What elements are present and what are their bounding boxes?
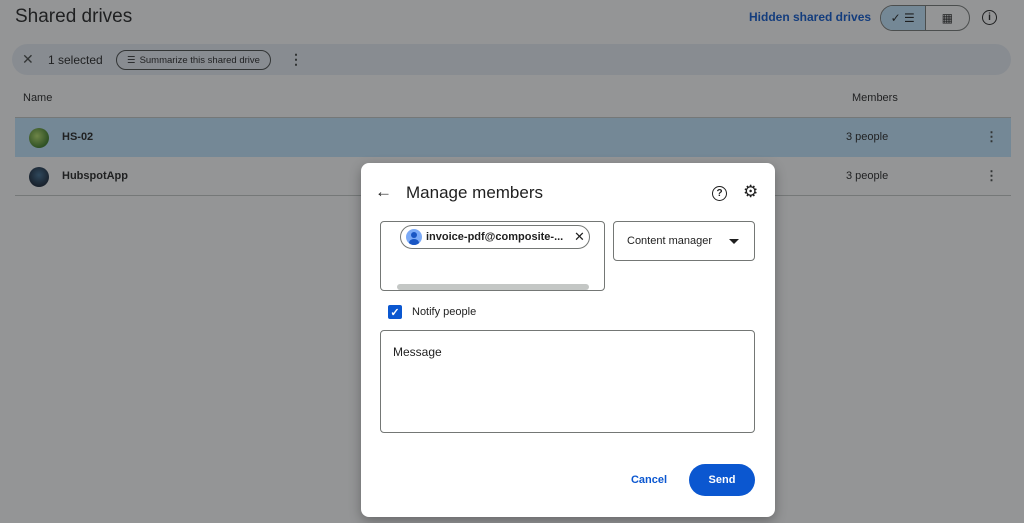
remove-chip-icon[interactable]: ✕: [574, 229, 585, 245]
person-icon: [406, 229, 422, 245]
role-dropdown[interactable]: Content manager: [613, 221, 755, 261]
chips-scrollbar[interactable]: [397, 284, 589, 290]
back-arrow-icon[interactable]: ←: [375, 182, 392, 202]
send-button[interactable]: Send: [689, 464, 755, 496]
dialog-title: Manage members: [406, 183, 544, 202]
notify-label[interactable]: Notify people: [412, 306, 476, 318]
message-field[interactable]: [380, 330, 755, 433]
role-value: Content manager: [627, 235, 712, 247]
notify-checkbox[interactable]: ✓: [388, 305, 402, 319]
people-input[interactable]: invoice-pdf@composite-... ✕: [380, 221, 605, 291]
caret-down-icon: [729, 239, 739, 244]
chip-email: invoice-pdf@composite-...: [426, 231, 564, 243]
cancel-button[interactable]: Cancel: [619, 464, 679, 496]
member-chip[interactable]: invoice-pdf@composite-... ✕: [400, 225, 590, 249]
manage-members-dialog: ← Manage members ? ⚙ invoice-pdf@composi…: [361, 163, 775, 517]
help-icon[interactable]: ?: [712, 186, 727, 201]
gear-icon[interactable]: ⚙: [743, 182, 758, 202]
